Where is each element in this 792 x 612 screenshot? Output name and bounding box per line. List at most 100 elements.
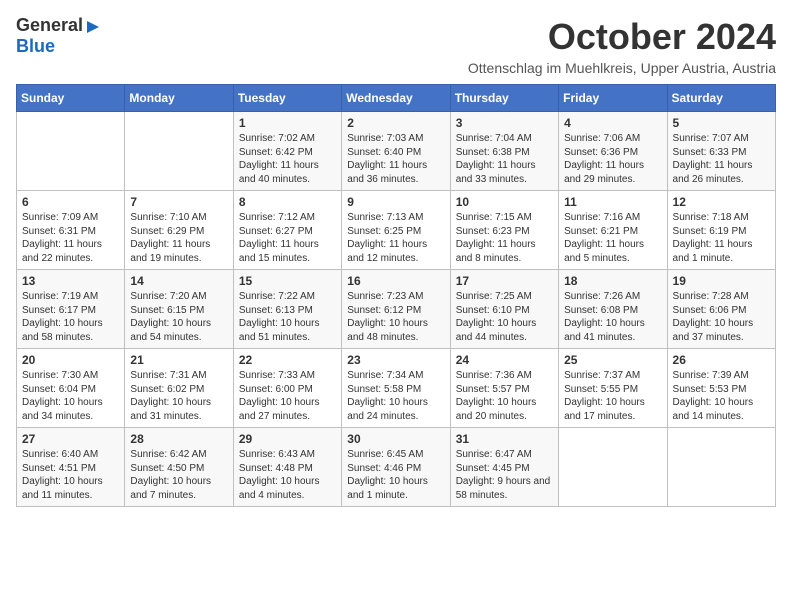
calendar-cell: 23 Sunrise: 7:34 AM Sunset: 5:58 PM Dayli… xyxy=(342,349,450,428)
calendar-cell: 1 Sunrise: 7:02 AM Sunset: 6:42 PM Daylig… xyxy=(233,112,341,191)
day-info: Sunrise: 7:18 AM Sunset: 6:19 PM Dayligh… xyxy=(673,211,770,265)
calendar-cell: 8 Sunrise: 7:12 AM Sunset: 6:27 PM Daylig… xyxy=(233,191,341,270)
month-title: October 2024 xyxy=(468,16,776,58)
day-number: 2 xyxy=(347,116,444,130)
day-info: Sunrise: 6:42 AM Sunset: 4:50 PM Dayligh… xyxy=(130,448,227,502)
calendar-cell: 28 Sunrise: 6:42 AM Sunset: 4:50 PM Dayli… xyxy=(125,428,233,507)
day-number: 25 xyxy=(564,353,661,367)
day-number: 29 xyxy=(239,432,336,446)
day-info: Sunrise: 7:22 AM Sunset: 6:13 PM Dayligh… xyxy=(239,290,336,344)
logo: General Blue xyxy=(16,16,101,57)
day-number: 11 xyxy=(564,195,661,209)
calendar-cell: 25 Sunrise: 7:37 AM Sunset: 5:55 PM Dayli… xyxy=(559,349,667,428)
calendar-cell: 5 Sunrise: 7:07 AM Sunset: 6:33 PM Daylig… xyxy=(667,112,775,191)
day-info: Sunrise: 7:15 AM Sunset: 6:23 PM Dayligh… xyxy=(456,211,553,265)
day-number: 28 xyxy=(130,432,227,446)
day-number: 23 xyxy=(347,353,444,367)
day-number: 20 xyxy=(22,353,119,367)
calendar-cell: 30 Sunrise: 6:45 AM Sunset: 4:46 PM Dayli… xyxy=(342,428,450,507)
title-section: October 2024 Ottenschlag im Muehlkreis, … xyxy=(468,16,776,76)
day-info: Sunrise: 7:13 AM Sunset: 6:25 PM Dayligh… xyxy=(347,211,444,265)
calendar-cell: 19 Sunrise: 7:28 AM Sunset: 6:06 PM Dayli… xyxy=(667,270,775,349)
day-header-monday: Monday xyxy=(125,85,233,112)
day-info: Sunrise: 7:02 AM Sunset: 6:42 PM Dayligh… xyxy=(239,132,336,186)
day-number: 9 xyxy=(347,195,444,209)
day-number: 1 xyxy=(239,116,336,130)
day-number: 30 xyxy=(347,432,444,446)
calendar-cell xyxy=(559,428,667,507)
day-number: 17 xyxy=(456,274,553,288)
day-info: Sunrise: 7:19 AM Sunset: 6:17 PM Dayligh… xyxy=(22,290,119,344)
calendar-cell: 6 Sunrise: 7:09 AM Sunset: 6:31 PM Daylig… xyxy=(17,191,125,270)
calendar-cell: 16 Sunrise: 7:23 AM Sunset: 6:12 PM Dayli… xyxy=(342,270,450,349)
calendar-cell: 21 Sunrise: 7:31 AM Sunset: 6:02 PM Dayli… xyxy=(125,349,233,428)
day-info: Sunrise: 7:28 AM Sunset: 6:06 PM Dayligh… xyxy=(673,290,770,344)
calendar-cell: 11 Sunrise: 7:16 AM Sunset: 6:21 PM Dayli… xyxy=(559,191,667,270)
calendar-cell: 14Sunrise: 7:20 AM Sunset: 6:15 PM Dayli… xyxy=(125,270,233,349)
day-info: Sunrise: 7:16 AM Sunset: 6:21 PM Dayligh… xyxy=(564,211,661,265)
day-header-sunday: Sunday xyxy=(17,85,125,112)
calendar-cell: 27 Sunrise: 6:40 AM Sunset: 4:51 PM Dayli… xyxy=(17,428,125,507)
calendar-cell xyxy=(667,428,775,507)
day-info: Sunrise: 7:03 AM Sunset: 6:40 PM Dayligh… xyxy=(347,132,444,186)
calendar-cell: 18 Sunrise: 7:26 AM Sunset: 6:08 PM Dayli… xyxy=(559,270,667,349)
calendar-cell xyxy=(125,112,233,191)
day-info: Sunrise: 7:30 AM Sunset: 6:04 PM Dayligh… xyxy=(22,369,119,423)
day-number: 10 xyxy=(456,195,553,209)
day-info: Sunrise: 7:33 AM Sunset: 6:00 PM Dayligh… xyxy=(239,369,336,423)
day-header-saturday: Saturday xyxy=(667,85,775,112)
day-info: Sunrise: 7:37 AM Sunset: 5:55 PM Dayligh… xyxy=(564,369,661,423)
calendar-cell: 13 Sunrise: 7:19 AM Sunset: 6:17 PM Dayli… xyxy=(17,270,125,349)
calendar-cell: 2 Sunrise: 7:03 AM Sunset: 6:40 PM Daylig… xyxy=(342,112,450,191)
calendar-cell: 15 Sunrise: 7:22 AM Sunset: 6:13 PM Dayli… xyxy=(233,270,341,349)
day-number: 16 xyxy=(347,274,444,288)
calendar-cell: 12Sunrise: 7:18 AM Sunset: 6:19 PM Dayli… xyxy=(667,191,775,270)
day-number: 22 xyxy=(239,353,336,367)
day-number: 6 xyxy=(22,195,119,209)
day-number: 8 xyxy=(239,195,336,209)
calendar-cell xyxy=(17,112,125,191)
calendar-cell: 31Sunrise: 6:47 AM Sunset: 4:45 PM Dayli… xyxy=(450,428,558,507)
day-info: Sunrise: 7:12 AM Sunset: 6:27 PM Dayligh… xyxy=(239,211,336,265)
calendar-week-1: 1 Sunrise: 7:02 AM Sunset: 6:42 PM Daylig… xyxy=(17,112,776,191)
day-number: 19 xyxy=(673,274,770,288)
day-info: Sunrise: 7:23 AM Sunset: 6:12 PM Dayligh… xyxy=(347,290,444,344)
day-number: 14 xyxy=(130,274,227,288)
day-number: 5 xyxy=(673,116,770,130)
day-info: Sunrise: 6:45 AM Sunset: 4:46 PM Dayligh… xyxy=(347,448,444,502)
day-number: 18 xyxy=(564,274,661,288)
day-number: 26 xyxy=(673,353,770,367)
calendar-cell: 3 Sunrise: 7:04 AM Sunset: 6:38 PM Daylig… xyxy=(450,112,558,191)
day-number: 27 xyxy=(22,432,119,446)
day-number: 24 xyxy=(456,353,553,367)
day-info: Sunrise: 6:40 AM Sunset: 4:51 PM Dayligh… xyxy=(22,448,119,502)
day-number: 21 xyxy=(130,353,227,367)
day-number: 13 xyxy=(22,274,119,288)
calendar-cell: 29 Sunrise: 6:43 AM Sunset: 4:48 PM Dayli… xyxy=(233,428,341,507)
day-info: Sunrise: 6:43 AM Sunset: 4:48 PM Dayligh… xyxy=(239,448,336,502)
logo-text-blue: Blue xyxy=(16,36,55,57)
day-number: 7 xyxy=(130,195,227,209)
day-header-friday: Friday xyxy=(559,85,667,112)
logo-icon xyxy=(85,19,101,35)
day-info: Sunrise: 7:09 AM Sunset: 6:31 PM Dayligh… xyxy=(22,211,119,265)
calendar-week-3: 13 Sunrise: 7:19 AM Sunset: 6:17 PM Dayli… xyxy=(17,270,776,349)
logo-text-general: General xyxy=(16,16,83,36)
day-info: Sunrise: 7:34 AM Sunset: 5:58 PM Dayligh… xyxy=(347,369,444,423)
day-info: Sunrise: 7:36 AM Sunset: 5:57 PM Dayligh… xyxy=(456,369,553,423)
day-number: 15 xyxy=(239,274,336,288)
day-info: Sunrise: 7:07 AM Sunset: 6:33 PM Dayligh… xyxy=(673,132,770,186)
calendar-cell: 22 Sunrise: 7:33 AM Sunset: 6:00 PM Dayli… xyxy=(233,349,341,428)
day-info: Sunrise: 7:10 AM Sunset: 6:29 PM Dayligh… xyxy=(130,211,227,265)
day-info: Sunrise: 7:26 AM Sunset: 6:08 PM Dayligh… xyxy=(564,290,661,344)
day-info: Sunrise: 7:39 AM Sunset: 5:53 PM Dayligh… xyxy=(673,369,770,423)
day-info: Sunrise: 7:25 AM Sunset: 6:10 PM Dayligh… xyxy=(456,290,553,344)
location-subtitle: Ottenschlag im Muehlkreis, Upper Austria… xyxy=(468,60,776,76)
day-info: Sunrise: 7:04 AM Sunset: 6:38 PM Dayligh… xyxy=(456,132,553,186)
calendar-header-row: SundayMondayTuesdayWednesdayThursdayFrid… xyxy=(17,85,776,112)
page-header: General Blue October 2024 Ottenschlag im… xyxy=(16,16,776,76)
day-number: 31 xyxy=(456,432,553,446)
day-number: 3 xyxy=(456,116,553,130)
day-header-tuesday: Tuesday xyxy=(233,85,341,112)
day-info: Sunrise: 7:31 AM Sunset: 6:02 PM Dayligh… xyxy=(130,369,227,423)
